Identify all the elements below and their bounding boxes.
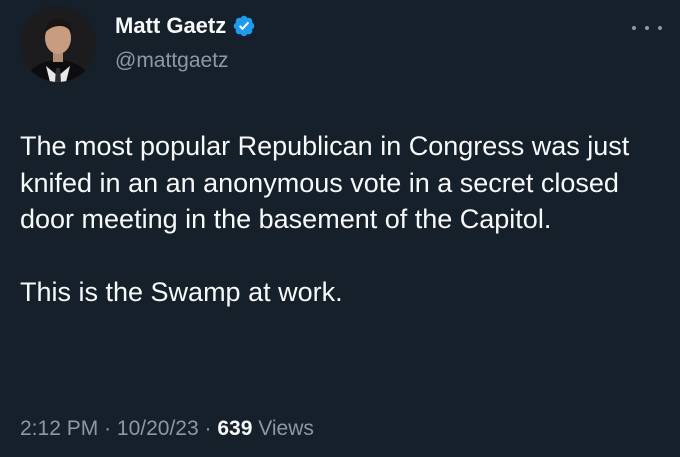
avatar[interactable] (20, 6, 96, 82)
views-count: 639 (217, 417, 253, 440)
tweet-date[interactable]: 10/20/23 (117, 417, 199, 440)
tweet-paragraph: The most popular Republican in Congress … (20, 131, 630, 234)
tweet-metadata: 2:12 PM · 10/20/23 · 639 Views (20, 416, 314, 442)
author-handle[interactable]: @mattgaetz (115, 49, 229, 73)
meta-separator: · (204, 417, 212, 440)
tweet-text: The most popular Republican in Congress … (20, 128, 660, 311)
tweet-time[interactable]: 2:12 PM (20, 417, 98, 440)
author-name-row[interactable]: Matt Gaetz (115, 13, 256, 39)
tweet-paragraph: This is the Swamp at work. (20, 277, 343, 307)
profile-photo-icon (20, 6, 96, 82)
verified-badge-icon (232, 14, 256, 38)
more-dot (658, 26, 662, 30)
author-display-name[interactable]: Matt Gaetz (115, 13, 226, 39)
tweet-card: Matt Gaetz @mattgaetz The most popular R… (0, 0, 680, 457)
more-dot (645, 26, 649, 30)
meta-separator: · (104, 417, 112, 440)
more-dot (632, 26, 636, 30)
more-options-icon[interactable] (632, 20, 662, 36)
views-label: Views (258, 417, 314, 440)
